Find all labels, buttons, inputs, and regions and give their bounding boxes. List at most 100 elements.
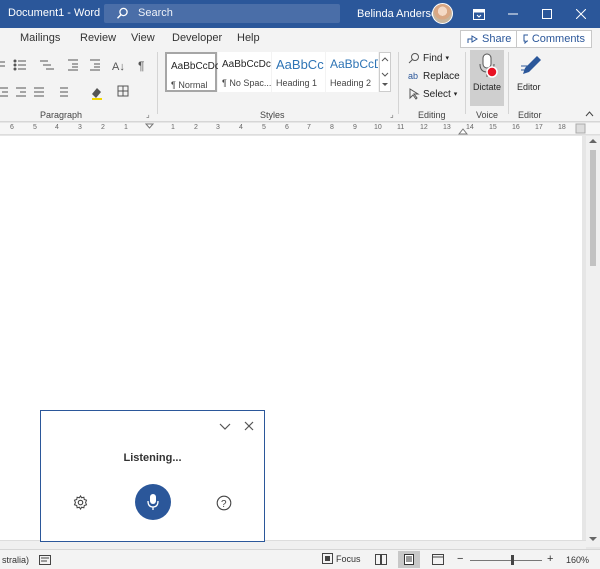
ruler-tick: 6 (10, 124, 14, 131)
find-button[interactable]: Find ▾ (408, 52, 449, 64)
editor-button[interactable]: Editor (514, 50, 548, 106)
horizontal-ruler[interactable]: 6 5 4 3 2 1 1 2 3 4 5 6 7 8 9 10 11 12 1… (0, 123, 600, 135)
select-button[interactable]: Select ▾ (408, 88, 457, 100)
style-no-spacing[interactable]: AaBbCcDc ¶ No Spac... (218, 52, 271, 92)
ruler-tick: 5 (262, 124, 266, 131)
group-label-voice: Voice (476, 110, 499, 120)
style-normal[interactable]: AaBbCcDc ¶ Normal (165, 52, 220, 92)
ruler-tick: 5 (33, 124, 37, 131)
microphone-icon (147, 494, 159, 510)
scroll-up-icon[interactable] (589, 138, 597, 144)
scroll-down-icon[interactable] (589, 536, 597, 542)
ruler-tick: 2 (101, 124, 105, 131)
comments-button[interactable]: Comments (516, 30, 592, 48)
comments-label: Comments (531, 33, 585, 45)
svg-text:¶: ¶ (138, 59, 144, 73)
style-heading-1-label: Heading 1 (276, 78, 318, 88)
accessibility-icon[interactable] (39, 555, 51, 565)
style-no-spacing-sample: AaBbCcDc (222, 59, 271, 70)
editor-pen-icon (521, 56, 541, 74)
language-indicator[interactable]: stralia) (2, 555, 29, 565)
ruler-tick: 12 (420, 124, 428, 131)
divider (465, 52, 466, 114)
style-normal-label: ¶ Normal (171, 80, 208, 90)
styles-launcher-icon[interactable]: ⌟ (390, 110, 394, 119)
zoom-slider-thumb[interactable] (511, 555, 514, 565)
dictate-button[interactable]: Dictate (470, 50, 504, 106)
divider (157, 52, 158, 114)
ribbon: Mailings Review View Developer Help Shar… (0, 28, 600, 122)
find-label: Find (423, 52, 443, 64)
styles-scroll[interactable] (379, 52, 391, 92)
print-layout-icon (404, 554, 414, 565)
zoom-level[interactable]: 160% (566, 555, 589, 565)
read-mode-icon[interactable] (375, 554, 387, 565)
search-box[interactable]: Search (104, 4, 340, 23)
group-label-editing: Editing (418, 110, 446, 120)
style-normal-sample: AaBbCcDc (171, 61, 220, 72)
chevron-down-icon[interactable] (219, 423, 231, 431)
style-heading-2[interactable]: AaBbCcD Heading 2 (326, 52, 378, 92)
microphone-button[interactable] (135, 484, 171, 520)
close-icon[interactable] (244, 421, 254, 431)
replace-label: Replace (423, 70, 460, 82)
right-indent-marker[interactable] (458, 125, 468, 135)
svg-text:A↓: A↓ (112, 61, 125, 73)
ruler-tick: 3 (216, 124, 220, 131)
dictation-toolbar: Listening... ? (40, 410, 265, 542)
replace-button[interactable]: ab Replace (408, 70, 460, 82)
style-heading-2-sample: AaBbCcD (330, 57, 378, 71)
share-label: Share (482, 33, 512, 45)
first-line-indent-marker[interactable] (145, 123, 155, 135)
paragraph-launcher-icon[interactable]: ⌟ (146, 110, 150, 119)
svg-text:ab: ab (408, 71, 418, 81)
ruler-end-icon (575, 123, 586, 134)
minimize-icon[interactable] (496, 0, 530, 28)
dictate-mic-icon (479, 53, 498, 78)
editor-label: Editor (517, 82, 541, 92)
tab-view[interactable]: View (131, 32, 155, 44)
title-bar: Document1 - Word Search Belinda Anderson (0, 0, 600, 28)
ruler-tick: 9 (353, 124, 357, 131)
select-label: Select (423, 88, 451, 100)
ruler-tick: 8 (330, 124, 334, 131)
style-heading-1[interactable]: AaBbCc Heading 1 (272, 52, 325, 92)
ruler-tick: 1 (124, 124, 128, 131)
ruler-tick: 4 (239, 124, 243, 131)
ruler-tick: 16 (512, 124, 520, 131)
zoom-slider-track[interactable] (470, 560, 542, 561)
status-bar: stralia) Focus − + 160% (0, 549, 600, 569)
group-label-editor: Editor (518, 110, 542, 120)
ruler-tick: 1 (171, 124, 175, 131)
collapse-ribbon-icon[interactable] (585, 111, 594, 117)
share-button[interactable]: Share (460, 30, 519, 48)
tab-review[interactable]: Review (80, 32, 116, 44)
tab-help[interactable]: Help (237, 32, 260, 44)
zoom-in-button[interactable]: + (547, 553, 553, 565)
ruler-tick: 18 (558, 124, 566, 131)
tab-mailings[interactable]: Mailings (20, 32, 60, 44)
close-window-icon[interactable] (564, 0, 598, 28)
ruler-tick: 2 (194, 124, 198, 131)
cursor-arrow-icon (409, 88, 420, 100)
vertical-scroll-thumb[interactable] (590, 150, 596, 266)
maximize-icon[interactable] (530, 0, 564, 28)
focus-button[interactable]: Focus (322, 553, 361, 564)
focus-label: Focus (336, 553, 361, 564)
print-layout-button[interactable] (398, 551, 420, 568)
tab-developer[interactable]: Developer (172, 32, 222, 44)
group-label-paragraph: Paragraph (40, 110, 83, 120)
ruler-tick: 17 (535, 124, 543, 131)
gear-icon[interactable] (73, 495, 88, 510)
group-label-styles: Styles (260, 110, 285, 120)
style-no-spacing-label: ¶ No Spac... (222, 78, 272, 88)
zoom-out-button[interactable]: − (457, 553, 463, 565)
avatar[interactable] (432, 3, 453, 24)
ruler-tick: 3 (78, 124, 82, 131)
style-heading-2-label: Heading 2 (330, 78, 372, 88)
web-layout-icon[interactable] (432, 554, 444, 565)
user-name[interactable]: Belinda Anderson (357, 8, 443, 20)
ribbon-display-options-icon[interactable] (462, 0, 496, 28)
ruler-tick: 4 (55, 124, 59, 131)
help-icon[interactable]: ? (216, 495, 232, 511)
